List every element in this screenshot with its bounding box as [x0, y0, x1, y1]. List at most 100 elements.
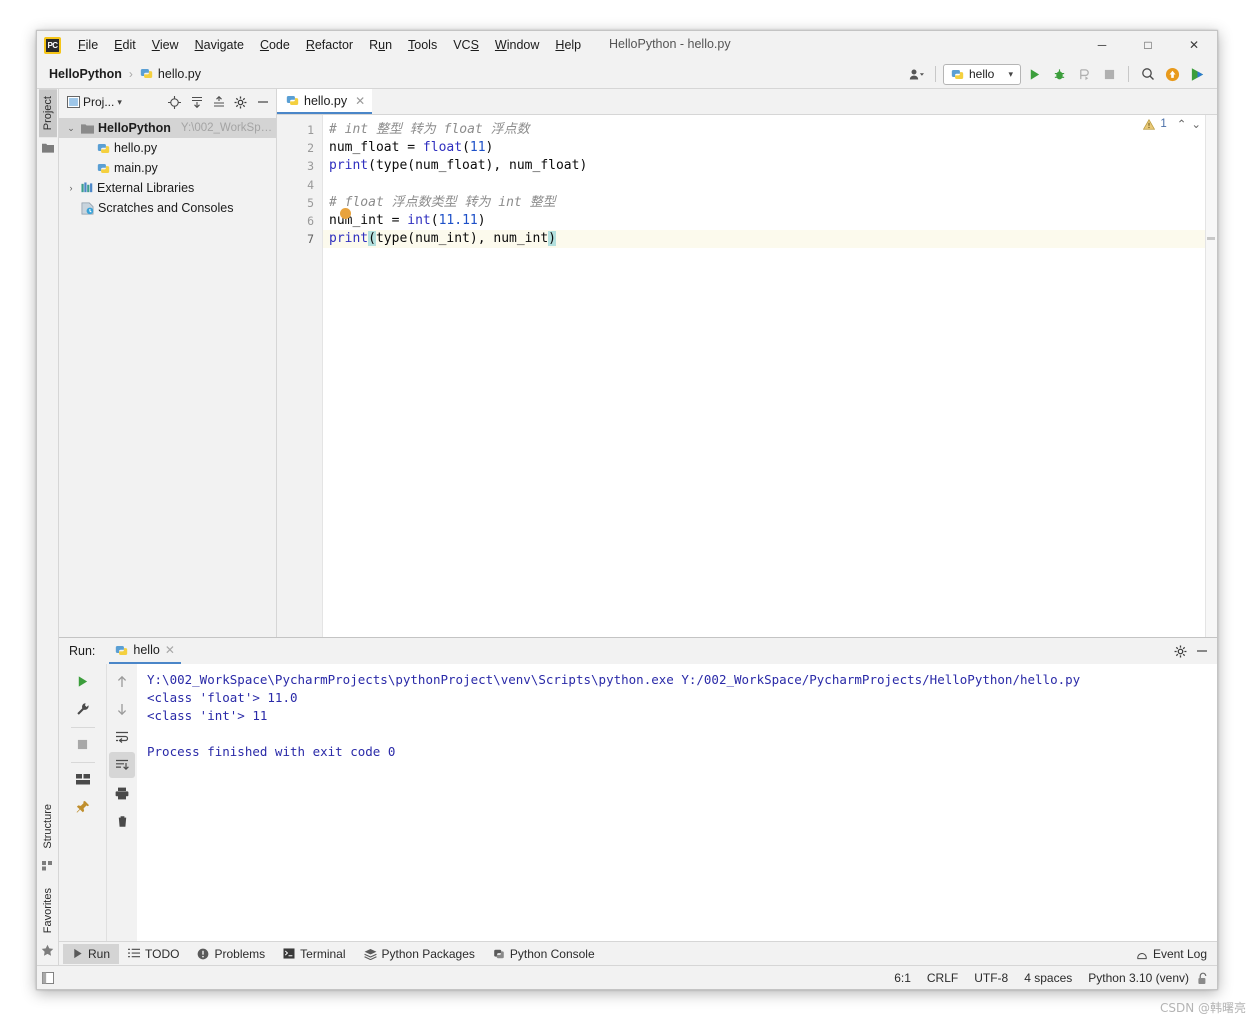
tree-node-main-py[interactable]: main.py — [59, 158, 276, 178]
up-arrow-icon[interactable] — [109, 668, 135, 694]
run-button[interactable] — [1023, 63, 1046, 86]
line-separator[interactable]: CRLF — [927, 971, 958, 985]
collapse-all-icon[interactable] — [209, 93, 228, 112]
code-line[interactable]: # float 浮点数类型 转为 int 整型 — [323, 194, 1217, 212]
tree-node-scratches-and-consoles[interactable]: Scratches and Consoles — [59, 198, 276, 218]
tree-twisty-icon[interactable]: › — [65, 183, 77, 193]
main-toolbar: hello ▾ — [905, 59, 1209, 89]
run-anything-icon[interactable] — [1186, 63, 1209, 86]
line-number[interactable]: 1 — [277, 121, 322, 139]
line-number[interactable]: 5 — [277, 194, 322, 212]
locate-icon[interactable] — [165, 93, 184, 112]
menu-item-view[interactable]: View — [144, 35, 187, 55]
menu-item-run[interactable]: Run — [361, 35, 400, 55]
chevron-up-icon[interactable]: ⌃ — [1177, 117, 1187, 131]
breadcrumb-file[interactable]: hello.py — [158, 67, 201, 81]
code-line[interactable]: # int 整型 转为 float 浮点数 — [323, 121, 1217, 139]
stop-icon[interactable] — [70, 731, 96, 757]
menu-item-code[interactable]: Code — [252, 35, 298, 55]
code-line[interactable]: num_int = int(11.11) — [323, 212, 1217, 230]
menu-item-vcs[interactable]: VCS — [445, 35, 487, 55]
hide-panel-icon[interactable] — [253, 93, 272, 112]
editor-pane: hello.py ✕ 1234567 # int 整型 转为 float 浮点数… — [277, 89, 1217, 637]
console-output[interactable]: Y:\002_WorkSpace\PycharmProjects\pythonP… — [137, 664, 1217, 941]
debug-button[interactable] — [1048, 63, 1071, 86]
caret-position[interactable]: 6:1 — [894, 971, 911, 985]
menu-item-edit[interactable]: Edit — [106, 35, 144, 55]
code-token: print — [329, 231, 369, 247]
library-icon — [81, 182, 93, 194]
menu-item-file[interactable]: File — [70, 35, 106, 55]
file-encoding[interactable]: UTF-8 — [974, 971, 1008, 985]
code-line[interactable]: num_float = float(11) — [323, 139, 1217, 157]
chevron-down-icon[interactable]: ⌄ — [1191, 117, 1201, 131]
error-stripe[interactable] — [1205, 115, 1217, 637]
lock-icon[interactable] — [1197, 972, 1209, 985]
tree-node-hello-py[interactable]: hello.py — [59, 138, 276, 158]
tool-tab-python-packages[interactable]: Python Packages — [355, 944, 484, 964]
close-icon[interactable]: ✕ — [355, 94, 365, 108]
line-number[interactable]: 4 — [277, 176, 322, 194]
tool-tab-terminal[interactable]: Terminal — [274, 944, 354, 964]
close-button[interactable]: ✕ — [1171, 31, 1217, 59]
sidebar-item-structure[interactable]: Structure — [39, 797, 57, 856]
python-interpreter[interactable]: Python 3.10 (venv) — [1088, 971, 1189, 985]
tool-tab-problems[interactable]: Problems — [188, 944, 274, 964]
stripe-warning-mark[interactable] — [1207, 237, 1215, 240]
print-icon[interactable] — [109, 780, 135, 806]
search-everywhere-icon[interactable] — [1136, 63, 1159, 86]
code-line[interactable] — [323, 176, 1217, 194]
sidebar-item-favorites[interactable]: Favorites — [39, 881, 57, 940]
event-log-button[interactable]: Event Log — [1136, 942, 1207, 966]
line-number[interactable]: 2 — [277, 139, 322, 157]
pin-icon[interactable] — [70, 794, 96, 820]
tree-node-hellopython[interactable]: ⌄ HelloPython Y:\002_WorkSp… — [59, 118, 276, 138]
run-with-coverage-button[interactable] — [1073, 63, 1096, 86]
tool-window-bar: Run TODO Problems Terminal Python Packages Py… — [59, 941, 1217, 965]
indent-setting[interactable]: 4 spaces — [1024, 971, 1072, 985]
scroll-to-end-icon[interactable] — [109, 752, 135, 778]
code-line[interactable]: print(type(num_int), num_int) — [323, 230, 1217, 249]
down-arrow-icon[interactable] — [109, 696, 135, 722]
soft-wrap-icon[interactable] — [109, 724, 135, 750]
run-tab-hello[interactable]: hello ✕ — [109, 639, 181, 664]
menu-item-window[interactable]: Window — [487, 35, 547, 55]
expand-all-icon[interactable] — [187, 93, 206, 112]
settings-gear-icon[interactable] — [1171, 642, 1190, 661]
settings-gear-icon[interactable] — [231, 93, 250, 112]
tree-twisty-icon[interactable]: ⌄ — [65, 123, 77, 134]
inspection-widget[interactable]: 1 ⌃ ⌄ — [1143, 117, 1201, 131]
menu-item-navigate[interactable]: Navigate — [187, 35, 252, 55]
tool-tab-run[interactable]: Run — [63, 943, 120, 964]
line-number[interactable]: 6 — [277, 212, 322, 230]
run-panel-body: Y:\002_WorkSpace\PycharmProjects\pythonP… — [59, 664, 1217, 941]
menu-item-tools[interactable]: Tools — [400, 35, 445, 55]
editor-tab-hello-py[interactable]: hello.py ✕ — [277, 89, 373, 114]
tool-tab-python-console[interactable]: Python Console — [484, 944, 604, 964]
code-content[interactable]: # int 整型 转为 float 浮点数 num_float = float(1… — [323, 115, 1217, 637]
hide-panel-icon[interactable] — [1192, 642, 1211, 661]
stop-button[interactable] — [1098, 63, 1121, 86]
close-icon[interactable]: ✕ — [165, 643, 175, 657]
rerun-icon[interactable] — [70, 668, 96, 694]
layout-icon[interactable] — [70, 766, 96, 792]
wrench-icon[interactable] — [70, 696, 96, 722]
clear-all-icon[interactable] — [109, 808, 135, 834]
user-avatar-icon[interactable] — [905, 63, 928, 86]
minimize-button[interactable]: ─ — [1079, 31, 1125, 59]
code-line[interactable]: print(type(num_float), num_float) — [323, 157, 1217, 175]
line-number[interactable]: 3 — [277, 157, 322, 175]
maximize-button[interactable]: □ — [1125, 31, 1171, 59]
line-number[interactable]: 7 — [277, 230, 322, 248]
update-project-icon[interactable] — [1161, 63, 1184, 86]
breadcrumb-project[interactable]: HelloPython — [49, 67, 122, 81]
menu-item-help[interactable]: Help — [547, 35, 589, 55]
project-panel-title[interactable]: Proj... — [83, 95, 114, 109]
tree-node-external-libraries[interactable]: › External Libraries — [59, 178, 276, 198]
run-configuration-selector[interactable]: hello ▾ — [943, 63, 1021, 85]
menu-item-refactor[interactable]: Refactor — [298, 35, 361, 55]
chevron-down-icon[interactable]: ▾ — [117, 97, 122, 108]
tool-tab-todo[interactable]: TODO — [119, 944, 188, 964]
status-bar-left[interactable] — [37, 971, 59, 984]
sidebar-item-project[interactable]: Project — [38, 89, 57, 138]
